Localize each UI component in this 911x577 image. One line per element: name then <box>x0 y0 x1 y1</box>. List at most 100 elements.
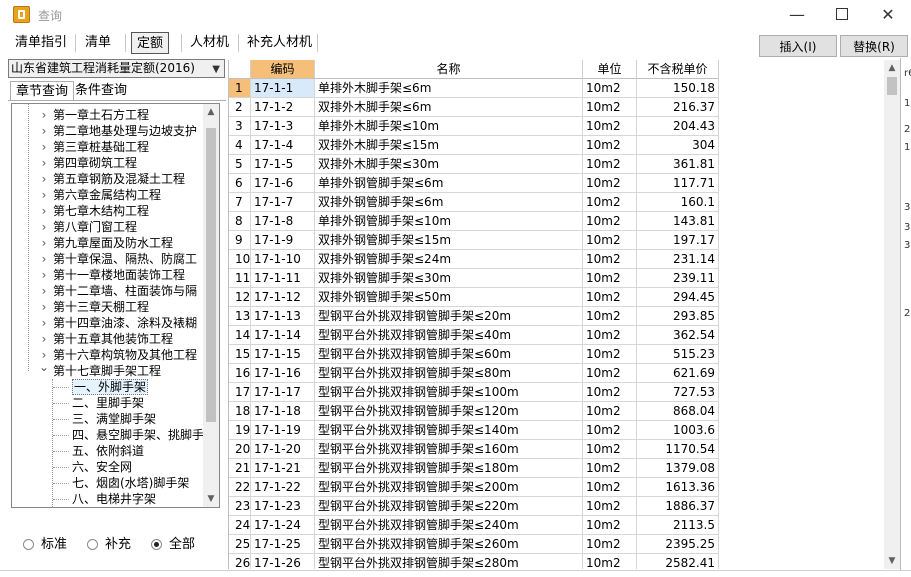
cell-price[interactable]: 204.43 <box>637 117 719 136</box>
cell-code[interactable]: 17-1-10 <box>251 250 315 269</box>
cell-price[interactable]: 362.54 <box>637 326 719 345</box>
cell-unit[interactable]: 10m2 <box>583 250 637 269</box>
cell-price[interactable]: 361.81 <box>637 155 719 174</box>
tree-section-item[interactable]: 五、依附斜道 <box>12 443 204 459</box>
cell-price[interactable]: 1886.37 <box>637 497 719 516</box>
tree-chapter-item[interactable]: › 第七章木结构工程 <box>12 203 204 219</box>
row-number[interactable]: 18 <box>229 402 251 421</box>
row-number[interactable]: 4 <box>229 136 251 155</box>
table-row[interactable]: 25 17-1-25 型钢平台外挑双排钢管脚手架≤260m 10m2 2395.25 <box>229 535 719 554</box>
tree-chapter-item[interactable]: › 第十三章天棚工程 <box>12 299 204 315</box>
chevron-right-icon[interactable]: › <box>39 235 49 251</box>
tree-section-item[interactable]: 八、电梯井字架 <box>12 491 204 507</box>
cell-name[interactable]: 型钢平台外挑双排钢管脚手架≤60m <box>315 345 583 364</box>
row-number[interactable]: 19 <box>229 421 251 440</box>
cell-code[interactable]: 17-1-25 <box>251 535 315 554</box>
cell-name[interactable]: 双排外钢管脚手架≤15m <box>315 231 583 250</box>
chevron-right-icon[interactable]: › <box>39 171 49 187</box>
chevron-right-icon[interactable]: › <box>39 155 49 171</box>
cell-name[interactable]: 型钢平台外挑双排钢管脚手架≤100m <box>315 383 583 402</box>
tab-condition-query[interactable]: 条件查询 <box>70 81 132 101</box>
table-row[interactable]: 26 17-1-26 型钢平台外挑双排钢管脚手架≤280m 10m2 2582.41 <box>229 554 719 569</box>
cell-unit[interactable]: 10m2 <box>583 497 637 516</box>
cell-unit[interactable]: 10m2 <box>583 269 637 288</box>
cell-unit[interactable]: 10m2 <box>583 174 637 193</box>
cell-code[interactable]: 17-1-14 <box>251 326 315 345</box>
table-row[interactable]: 16 17-1-16 型钢平台外挑双排钢管脚手架≤80m 10m2 621.69 <box>229 364 719 383</box>
row-number[interactable]: 12 <box>229 288 251 307</box>
cell-code[interactable]: 17-1-8 <box>251 212 315 231</box>
tree-chapter-item[interactable]: › 第九章屋面及防水工程 <box>12 235 204 251</box>
cell-code[interactable]: 17-1-6 <box>251 174 315 193</box>
cell-unit[interactable]: 10m2 <box>583 212 637 231</box>
cell-code[interactable]: 17-1-9 <box>251 231 315 250</box>
row-number[interactable]: 20 <box>229 440 251 459</box>
chevron-right-icon[interactable]: › <box>39 315 49 331</box>
chevron-right-icon[interactable]: › <box>39 187 49 203</box>
cell-code[interactable]: 17-1-23 <box>251 497 315 516</box>
cell-price[interactable]: 293.85 <box>637 307 719 326</box>
tree-chapter-item[interactable]: › 第四章砌筑工程 <box>12 155 204 171</box>
cell-unit[interactable]: 10m2 <box>583 345 637 364</box>
cell-price[interactable]: 197.17 <box>637 231 719 250</box>
tree-scrollbar[interactable]: ▲ ▼ <box>203 104 219 507</box>
row-number[interactable]: 26 <box>229 554 251 569</box>
row-number[interactable]: 22 <box>229 478 251 497</box>
cell-code[interactable]: 17-1-12 <box>251 288 315 307</box>
cell-unit[interactable]: 10m2 <box>583 288 637 307</box>
chapter-tree[interactable]: › 第一章土石方工程 › 第二章地基处理与边坡支护 › 第三章桩基础工程 › 第四章砌筑工程 ›… <box>11 103 220 508</box>
table-row[interactable]: 20 17-1-20 型钢平台外挑双排钢管脚手架≤160m 10m2 1170.54 <box>229 440 719 459</box>
chevron-right-icon[interactable]: › <box>39 123 49 139</box>
row-number[interactable]: 23 <box>229 497 251 516</box>
tree-section-item[interactable]: 六、安全网 <box>12 459 204 475</box>
cell-code[interactable]: 17-1-7 <box>251 193 315 212</box>
cell-price[interactable]: 621.69 <box>637 364 719 383</box>
tab-labor-material[interactable]: 人材机 <box>186 32 233 54</box>
cell-price[interactable]: 216.37 <box>637 98 719 117</box>
cell-code[interactable]: 17-1-11 <box>251 269 315 288</box>
cell-code[interactable]: 17-1-26 <box>251 554 315 569</box>
tree-chapter-item[interactable]: › 第十章保温、隔热、防腐工 <box>12 251 204 267</box>
minimize-button[interactable]: — <box>774 0 820 30</box>
cell-name[interactable]: 型钢平台外挑双排钢管脚手架≤200m <box>315 478 583 497</box>
table-row[interactable]: 1 17-1-1 单排外木脚手架≤6m 10m2 150.18 <box>229 79 719 98</box>
cell-price[interactable]: 239.11 <box>637 269 719 288</box>
table-row[interactable]: 21 17-1-21 型钢平台外挑双排钢管脚手架≤180m 10m2 1379.08 <box>229 459 719 478</box>
tab-quota[interactable]: 定额 <box>131 32 170 54</box>
chevron-right-icon[interactable]: › <box>39 203 49 219</box>
tree-section-item[interactable]: 一、外脚手架 <box>12 379 204 395</box>
tree-chapter-item[interactable]: › 第十五章其他装饰工程 <box>12 331 204 347</box>
cell-name[interactable]: 型钢平台外挑双排钢管脚手架≤160m <box>315 440 583 459</box>
chevron-right-icon[interactable]: › <box>39 267 49 283</box>
table-row[interactable]: 7 17-1-7 双排外钢管脚手架≤6m 10m2 160.1 <box>229 193 719 212</box>
table-row[interactable]: 10 17-1-10 双排外钢管脚手架≤24m 10m2 231.14 <box>229 250 719 269</box>
row-number[interactable]: 1 <box>229 79 251 98</box>
cell-price[interactable]: 1379.08 <box>637 459 719 478</box>
cell-price[interactable]: 1170.54 <box>637 440 719 459</box>
table-row[interactable]: 17 17-1-17 型钢平台外挑双排钢管脚手架≤100m 10m2 727.53 <box>229 383 719 402</box>
cell-unit[interactable]: 10m2 <box>583 535 637 554</box>
cell-unit[interactable]: 10m2 <box>583 307 637 326</box>
cell-code[interactable]: 17-1-13 <box>251 307 315 326</box>
cell-code[interactable]: 17-1-2 <box>251 98 315 117</box>
table-row[interactable]: 8 17-1-8 单排外钢管脚手架≤10m 10m2 143.81 <box>229 212 719 231</box>
cell-name[interactable]: 型钢平台外挑双排钢管脚手架≤260m <box>315 535 583 554</box>
table-row[interactable]: 2 17-1-2 双排外木脚手架≤6m 10m2 216.37 <box>229 98 719 117</box>
cell-price[interactable]: 2582.41 <box>637 554 719 569</box>
cell-name[interactable]: 双排外木脚手架≤6m <box>315 98 583 117</box>
cell-unit[interactable]: 10m2 <box>583 459 637 478</box>
table-row[interactable]: 15 17-1-15 型钢平台外挑双排钢管脚手架≤60m 10m2 515.23 <box>229 345 719 364</box>
table-row[interactable]: 22 17-1-22 型钢平台外挑双排钢管脚手架≤200m 10m2 1613.36 <box>229 478 719 497</box>
cell-name[interactable]: 单排外木脚手架≤10m <box>315 117 583 136</box>
tree-chapter-item[interactable]: › 第十四章油漆、涂料及裱糊 <box>12 315 204 331</box>
cell-unit[interactable]: 10m2 <box>583 155 637 174</box>
cell-price[interactable]: 515.23 <box>637 345 719 364</box>
table-row[interactable]: 13 17-1-13 型钢平台外挑双排钢管脚手架≤20m 10m2 293.85 <box>229 307 719 326</box>
tree-section-item[interactable]: 三、满堂脚手架 <box>12 411 204 427</box>
cell-code[interactable]: 17-1-17 <box>251 383 315 402</box>
tab-supplement[interactable]: 补充人材机 <box>243 32 316 54</box>
chevron-right-icon[interactable]: › <box>39 139 49 155</box>
cell-unit[interactable]: 10m2 <box>583 326 637 345</box>
cell-price[interactable]: 304 <box>637 136 719 155</box>
cell-price[interactable]: 143.81 <box>637 212 719 231</box>
